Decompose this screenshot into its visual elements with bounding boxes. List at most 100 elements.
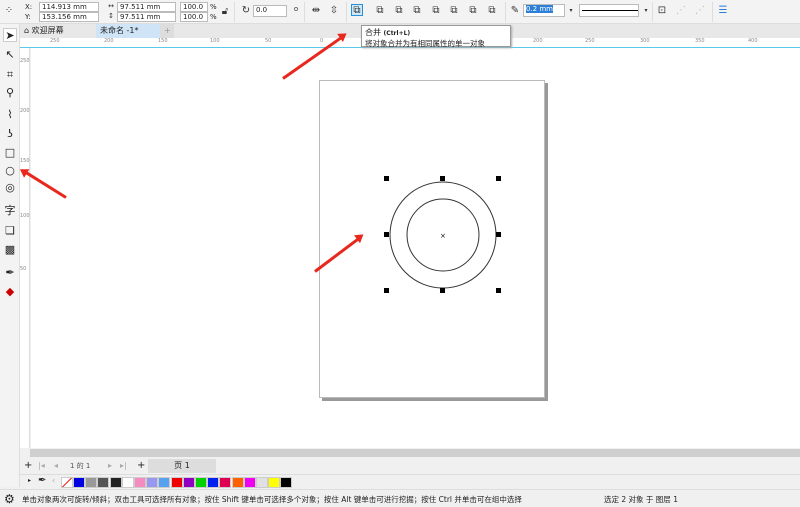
tab-welcome-label: 欢迎屏幕	[31, 26, 64, 35]
height-input[interactable]: 97.511 mm	[117, 12, 176, 22]
rotation-input[interactable]: 0.0	[253, 5, 287, 17]
mirror-vertical-icon[interactable]: ⇳	[328, 5, 340, 17]
ruler-label: 250	[50, 38, 60, 44]
scale-height-input[interactable]: 100.0	[180, 12, 208, 22]
trim-icon[interactable]: ⧉	[393, 5, 405, 17]
mirror-horizontal-icon[interactable]: ⇹	[310, 5, 322, 17]
eyedropper-icon[interactable]: ✒	[38, 475, 46, 486]
prev-page-icon[interactable]: ◂	[54, 461, 58, 470]
no-color-swatch[interactable]	[61, 477, 73, 488]
combined-circles[interactable]: ×	[380, 172, 506, 298]
x-position-input[interactable]: 114.913 mm	[39, 2, 99, 12]
width-input[interactable]: 97.511 mm	[117, 2, 176, 12]
selection-status: 选定 2 对象 于 图层 1	[604, 495, 678, 504]
horizontal-scrollbar[interactable]	[30, 449, 800, 457]
align-distribute-icon[interactable]: ☰	[717, 5, 729, 17]
break-apart-icon: ⋰	[676, 5, 686, 16]
selection-handle[interactable]	[384, 288, 389, 293]
tooltip-description: 将对象合并为有相同属性的单一对象	[365, 39, 485, 48]
simplify-icon[interactable]: ⧉	[430, 5, 442, 17]
selection-handle[interactable]	[496, 232, 501, 237]
color-swatch[interactable]	[207, 477, 220, 488]
color-swatch[interactable]	[109, 477, 122, 488]
combine-button[interactable]: ⧉	[351, 4, 363, 16]
toolbox: ➤ ↖ ⌗ ⚲ ⌇ ʖ □ ○ ◎ 字 ❏ ▩ ✒ ◆	[0, 24, 20, 487]
color-swatch[interactable]	[219, 477, 232, 488]
color-swatch[interactable]	[243, 477, 256, 488]
line-style-select[interactable]	[579, 4, 639, 17]
ruler-label: 50	[265, 38, 272, 44]
back-minus-front-icon[interactable]: ⧉	[467, 5, 479, 17]
shape-tool-icon[interactable]: ↖	[3, 48, 17, 62]
degree-icon: o	[293, 5, 299, 13]
lock-ratio-icon[interactable]: 🔓︎	[219, 6, 231, 18]
object-origin-icon[interactable]: ⁘	[3, 5, 15, 17]
color-swatch[interactable]	[256, 477, 268, 488]
color-swatch[interactable]	[121, 477, 134, 488]
outline-width-input[interactable]: 0.2 mm	[523, 4, 565, 17]
home-icon: ⌂	[24, 26, 32, 35]
intersect-icon[interactable]: ⧉	[411, 5, 423, 17]
scale-width-input[interactable]: 100.0	[180, 2, 208, 12]
selection-handle[interactable]	[496, 176, 501, 181]
zoom-tool-icon[interactable]: ⚲	[3, 86, 17, 100]
eyedropper-icon[interactable]: ✒	[3, 266, 17, 280]
y-position-input[interactable]: 153.156 mm	[39, 12, 99, 22]
polygon-tool-icon[interactable]: ◎	[3, 181, 17, 195]
first-page-icon[interactable]: |◂	[38, 461, 45, 470]
vertical-ruler: 250 200 150 100 50	[20, 48, 30, 448]
gear-icon[interactable]: ⚙	[4, 492, 15, 506]
drop-shadow-icon[interactable]: ❏	[3, 224, 17, 238]
color-swatch[interactable]	[182, 477, 195, 488]
x-label: X:	[25, 3, 33, 11]
selection-handle[interactable]	[440, 176, 445, 181]
ellipse-tool-icon[interactable]: ○	[3, 164, 17, 178]
y-label: Y:	[25, 13, 31, 21]
wrap-text-icon[interactable]: ⊡	[656, 5, 668, 17]
next-page-icon[interactable]: ▸	[108, 461, 112, 470]
chevron-down-icon[interactable]: ▾	[565, 5, 577, 17]
selection-handle[interactable]	[384, 232, 389, 237]
palette-expand-icon[interactable]: ▸	[28, 477, 31, 484]
front-minus-back-icon[interactable]: ⧉	[448, 5, 460, 17]
interactive-fill-icon[interactable]: ◆	[3, 285, 17, 299]
color-swatch[interactable]	[231, 477, 244, 488]
tooltip-title: 合并	[365, 28, 381, 37]
boundary-icon[interactable]: ⧉	[486, 5, 498, 17]
color-swatch[interactable]	[280, 477, 293, 488]
add-tab-button[interactable]: +	[160, 24, 174, 38]
rectangle-tool-icon[interactable]: □	[3, 146, 17, 160]
scroll-left-icon[interactable]: ‹	[52, 476, 55, 485]
percent-label: %	[210, 3, 217, 11]
color-swatch[interactable]	[73, 477, 85, 488]
freehand-tool-icon[interactable]: ⌇	[3, 108, 17, 122]
color-swatch[interactable]	[146, 477, 159, 488]
color-swatch[interactable]	[134, 477, 146, 488]
pick-tool-icon[interactable]: ➤	[3, 28, 17, 42]
text-tool-icon[interactable]: 字	[3, 204, 17, 218]
color-swatch[interactable]	[158, 477, 171, 488]
tab-welcome[interactable]: ⌂ 欢迎屏幕	[20, 24, 96, 38]
last-page-icon[interactable]: ▸|	[120, 461, 127, 470]
percent-label: %	[210, 13, 217, 21]
selection-handle[interactable]	[384, 176, 389, 181]
selection-handle[interactable]	[440, 288, 445, 293]
status-bar: ⚙ 单击对象两次可旋转/倾斜；双击工具可选择所有对象；按住 Shift 键单击可…	[0, 489, 800, 507]
color-swatch[interactable]	[97, 477, 110, 488]
tab-document[interactable]: 未命名 -1*	[96, 24, 160, 38]
selection-handle[interactable]	[496, 288, 501, 293]
height-icon: ↕	[108, 12, 114, 20]
color-swatch[interactable]	[268, 477, 281, 488]
add-page-end-icon[interactable]: +	[137, 460, 145, 471]
artistic-media-icon[interactable]: ʖ	[3, 127, 17, 141]
crop-tool-icon[interactable]: ⌗	[3, 68, 17, 82]
add-page-icon[interactable]: +	[24, 460, 32, 471]
ruler-label: 250	[585, 38, 595, 44]
color-swatch[interactable]	[170, 477, 183, 488]
chevron-down-icon[interactable]: ▾	[640, 5, 652, 17]
color-swatch[interactable]	[85, 477, 98, 488]
weld-icon[interactable]: ⧉	[374, 5, 386, 17]
color-swatch[interactable]	[195, 477, 207, 488]
transparency-icon[interactable]: ▩	[3, 243, 17, 257]
page-tab-1[interactable]: 页 1	[148, 459, 216, 473]
